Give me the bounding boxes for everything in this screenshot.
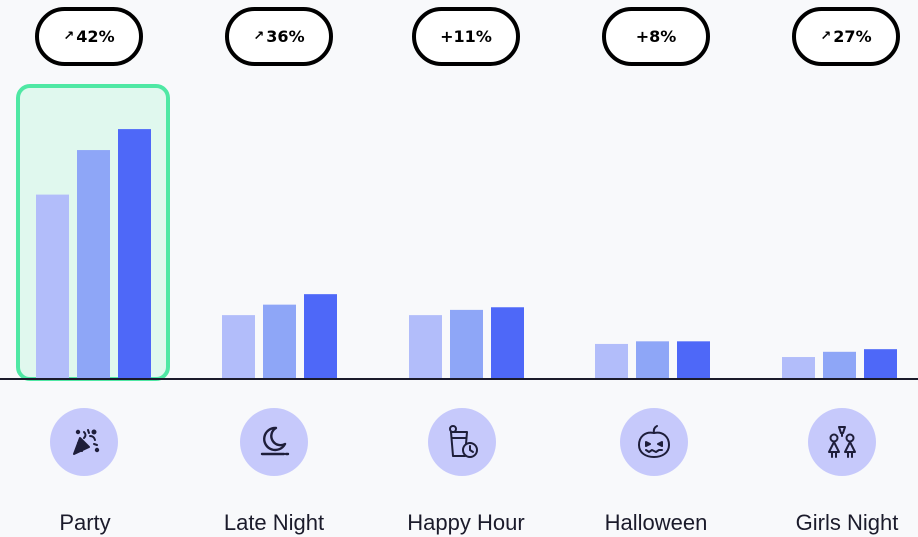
late-night-icon-button[interactable] [240,408,308,476]
bar-late-night-2[interactable] [263,304,296,378]
bar-happy-hour-1[interactable] [409,315,442,378]
party-icon-button[interactable] [50,408,118,476]
girls-toast-icon [828,426,856,458]
category-label-happy-hour: Happy Hour [407,510,525,535]
moon-icon [260,426,290,456]
arrow-up-icon: ↗ [820,29,832,44]
bar-late-night-1[interactable] [222,315,255,378]
change-badge-halloween: +8% [602,7,710,66]
happy-hour-icon-button[interactable] [428,408,496,476]
bar-party-2[interactable] [77,150,110,378]
category-label-late-night: Late Night [223,510,325,535]
bar-halloween-2[interactable] [636,341,669,378]
pumpkin-icon [638,425,670,458]
bar-halloween-3[interactable] [677,341,710,378]
drink-clock-icon [449,425,478,458]
change-badge-girls-night: ↗ 27% [792,7,900,66]
arrow-up-icon: ↗ [253,29,265,44]
change-value: +11% [440,27,492,46]
bar-happy-hour-2[interactable] [450,309,483,378]
change-value: 42% [76,27,115,46]
change-badge-late-night: ↗ 36% [225,7,333,66]
bar-girls-night-2[interactable] [823,351,856,378]
halloween-icon-button[interactable] [620,408,688,476]
bar-party-1[interactable] [36,194,69,378]
category-label-party: Party [59,510,111,535]
category-label-halloween: Halloween [604,510,708,535]
bar-late-night-3[interactable] [304,294,337,378]
bar-halloween-1[interactable] [595,343,628,378]
bar-girls-night-1[interactable] [782,357,815,378]
category-label-girls-night: Girls Night [795,510,899,535]
bar-party-3[interactable] [118,129,151,378]
change-badge-happy-hour: +11% [412,7,520,66]
bar-girls-night-3[interactable] [864,349,897,378]
arrow-up-icon: ↗ [63,29,75,44]
change-value: +8% [635,27,677,46]
bar-happy-hour-3[interactable] [491,307,524,378]
party-popper-icon [73,429,100,455]
change-badge-party: ↗ 42% [35,7,143,66]
change-value: 36% [266,27,305,46]
change-value: 27% [833,27,872,46]
girls-night-icon-button[interactable] [808,408,876,476]
